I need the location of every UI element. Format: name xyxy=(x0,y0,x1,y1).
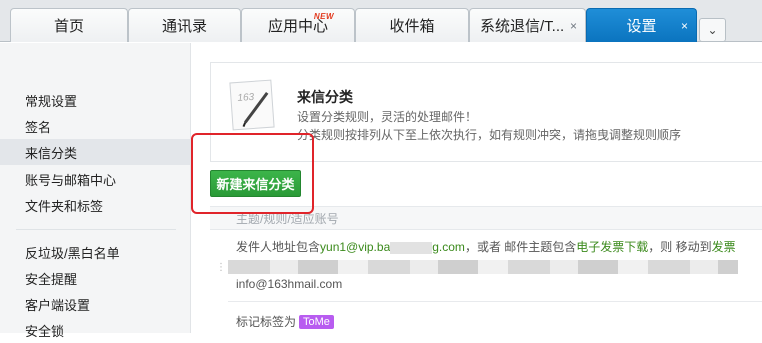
new-badge: NEW xyxy=(313,12,334,21)
tab-home[interactable]: 首页 xyxy=(10,8,128,42)
tab-bounced-mail[interactable]: 系统退信/T... × xyxy=(469,8,586,42)
rule-action: 标记标签为 ToMe xyxy=(236,313,334,330)
close-icon[interactable]: × xyxy=(570,19,577,33)
page-title: 来信分类 xyxy=(297,89,353,105)
rule-folder: 发票 xyxy=(711,240,736,254)
tab-label: 首页 xyxy=(53,18,84,35)
tag-badge: ToMe xyxy=(299,314,334,329)
more-tabs-button[interactable]: ⌄ xyxy=(699,18,726,42)
sidebar: 常规设置 签名 来信分类 账号与邮箱中心 文件夹和标签 反垃圾/黑白名单 安全提… xyxy=(0,43,191,339)
highlight-box xyxy=(191,133,314,214)
description: 分类规则按排列从下至上依次执行，如有规则冲突，请拖曳调整规则顺序 xyxy=(297,128,682,142)
rule-address: yun1@vip.ba xyxy=(320,240,391,254)
sidebar-item-folders-tags[interactable]: 文件夹和标签 xyxy=(0,192,190,218)
sidebar-item-label: 反垃圾/黑白名单 xyxy=(25,245,120,261)
sidebar-item-label: 来信分类 xyxy=(25,145,78,161)
sidebar-item-signature[interactable]: 签名 xyxy=(0,113,190,139)
divider xyxy=(228,301,762,302)
tab-label: 通讯录 xyxy=(161,18,207,35)
rule-text: 标记标签为 xyxy=(236,315,297,329)
sidebar-item-label: 安全提醒 xyxy=(25,271,78,287)
description: 设置分类规则，灵活的处理邮件！ xyxy=(297,110,478,124)
rule-text: ，则 移动到 xyxy=(648,240,712,254)
sidebar-item-label: 安全锁 xyxy=(25,323,65,339)
sidebar-item-label: 账号与邮箱中心 xyxy=(25,172,117,188)
sidebar-item-security-alert[interactable]: 安全提醒 xyxy=(0,265,190,291)
filter-logo-icon: 163 xyxy=(229,79,275,131)
sidebar-item-label: 常规设置 xyxy=(25,93,78,109)
tab-settings[interactable]: 设置 × xyxy=(586,8,697,42)
rule-text: ，或者 邮件主题包含 xyxy=(464,240,577,254)
rule-condition[interactable]: 发件人地址包含yun1@vip.ba g.com，或者 邮件主题包含电子发票下载，… xyxy=(236,238,736,255)
pen-icon xyxy=(242,92,269,128)
tab-label: 收件箱 xyxy=(389,18,435,35)
tab-contacts[interactable]: 通讯录 xyxy=(128,8,241,42)
tab-app-center[interactable]: 应用中心 NEW xyxy=(241,8,355,42)
redacted-line xyxy=(228,260,738,274)
tab-label: 设置 xyxy=(626,18,657,35)
sidebar-item-label: 签名 xyxy=(25,119,52,135)
tab-label: 系统退信/T... xyxy=(480,18,565,35)
tab-inbox[interactable]: 收件箱 xyxy=(355,8,469,42)
sidebar-item-client[interactable]: 客户端设置 xyxy=(0,291,190,317)
sidebar-item-general[interactable]: 常规设置 xyxy=(0,87,190,113)
rule-text: 发件人地址包含 xyxy=(236,240,321,254)
sidebar-item-label: 客户端设置 xyxy=(25,297,91,313)
sidebar-item-label: 文件夹和标签 xyxy=(25,198,104,214)
rule-address: g.com xyxy=(432,240,465,254)
sidebar-divider xyxy=(16,229,176,230)
sidebar-item-security-lock[interactable]: 安全锁 xyxy=(0,317,190,343)
redacted-block xyxy=(390,241,433,254)
rule-email: info@163hmail.com xyxy=(236,277,343,291)
sidebar-item-accounts[interactable]: 账号与邮箱中心 xyxy=(0,166,190,192)
rule-keyword: 电子发票下载 xyxy=(576,240,649,254)
tab-bar: 首页 通讯录 应用中心 NEW 收件箱 系统退信/T... × 设置 × ⌄ xyxy=(0,0,762,42)
close-icon[interactable]: × xyxy=(681,19,688,33)
sidebar-item-spam[interactable]: 反垃圾/黑白名单 xyxy=(0,239,190,265)
sidebar-item-mail-filters[interactable]: 来信分类 xyxy=(0,139,190,165)
